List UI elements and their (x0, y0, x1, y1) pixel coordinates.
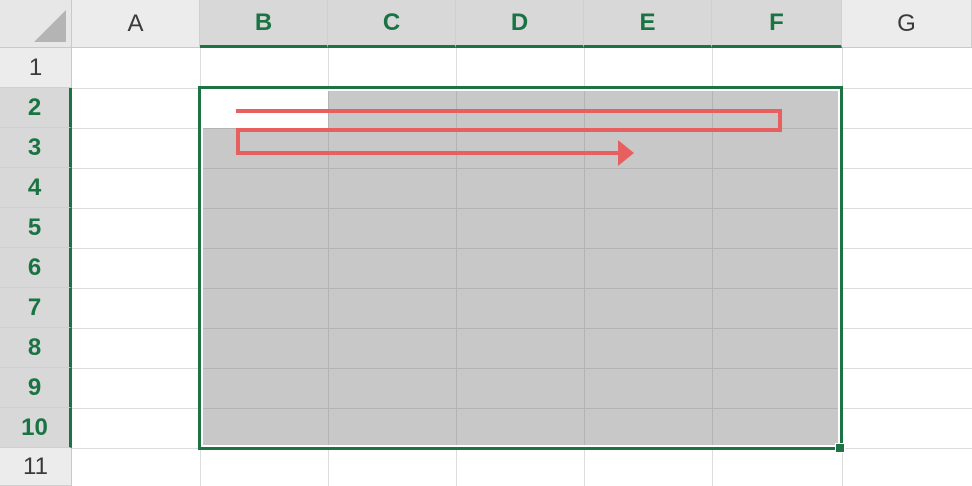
traversal-arrow-icon (236, 109, 782, 166)
spreadsheet-grid[interactable]: A B C D E F G 1 2 3 4 5 6 7 8 9 10 11 (0, 0, 972, 486)
